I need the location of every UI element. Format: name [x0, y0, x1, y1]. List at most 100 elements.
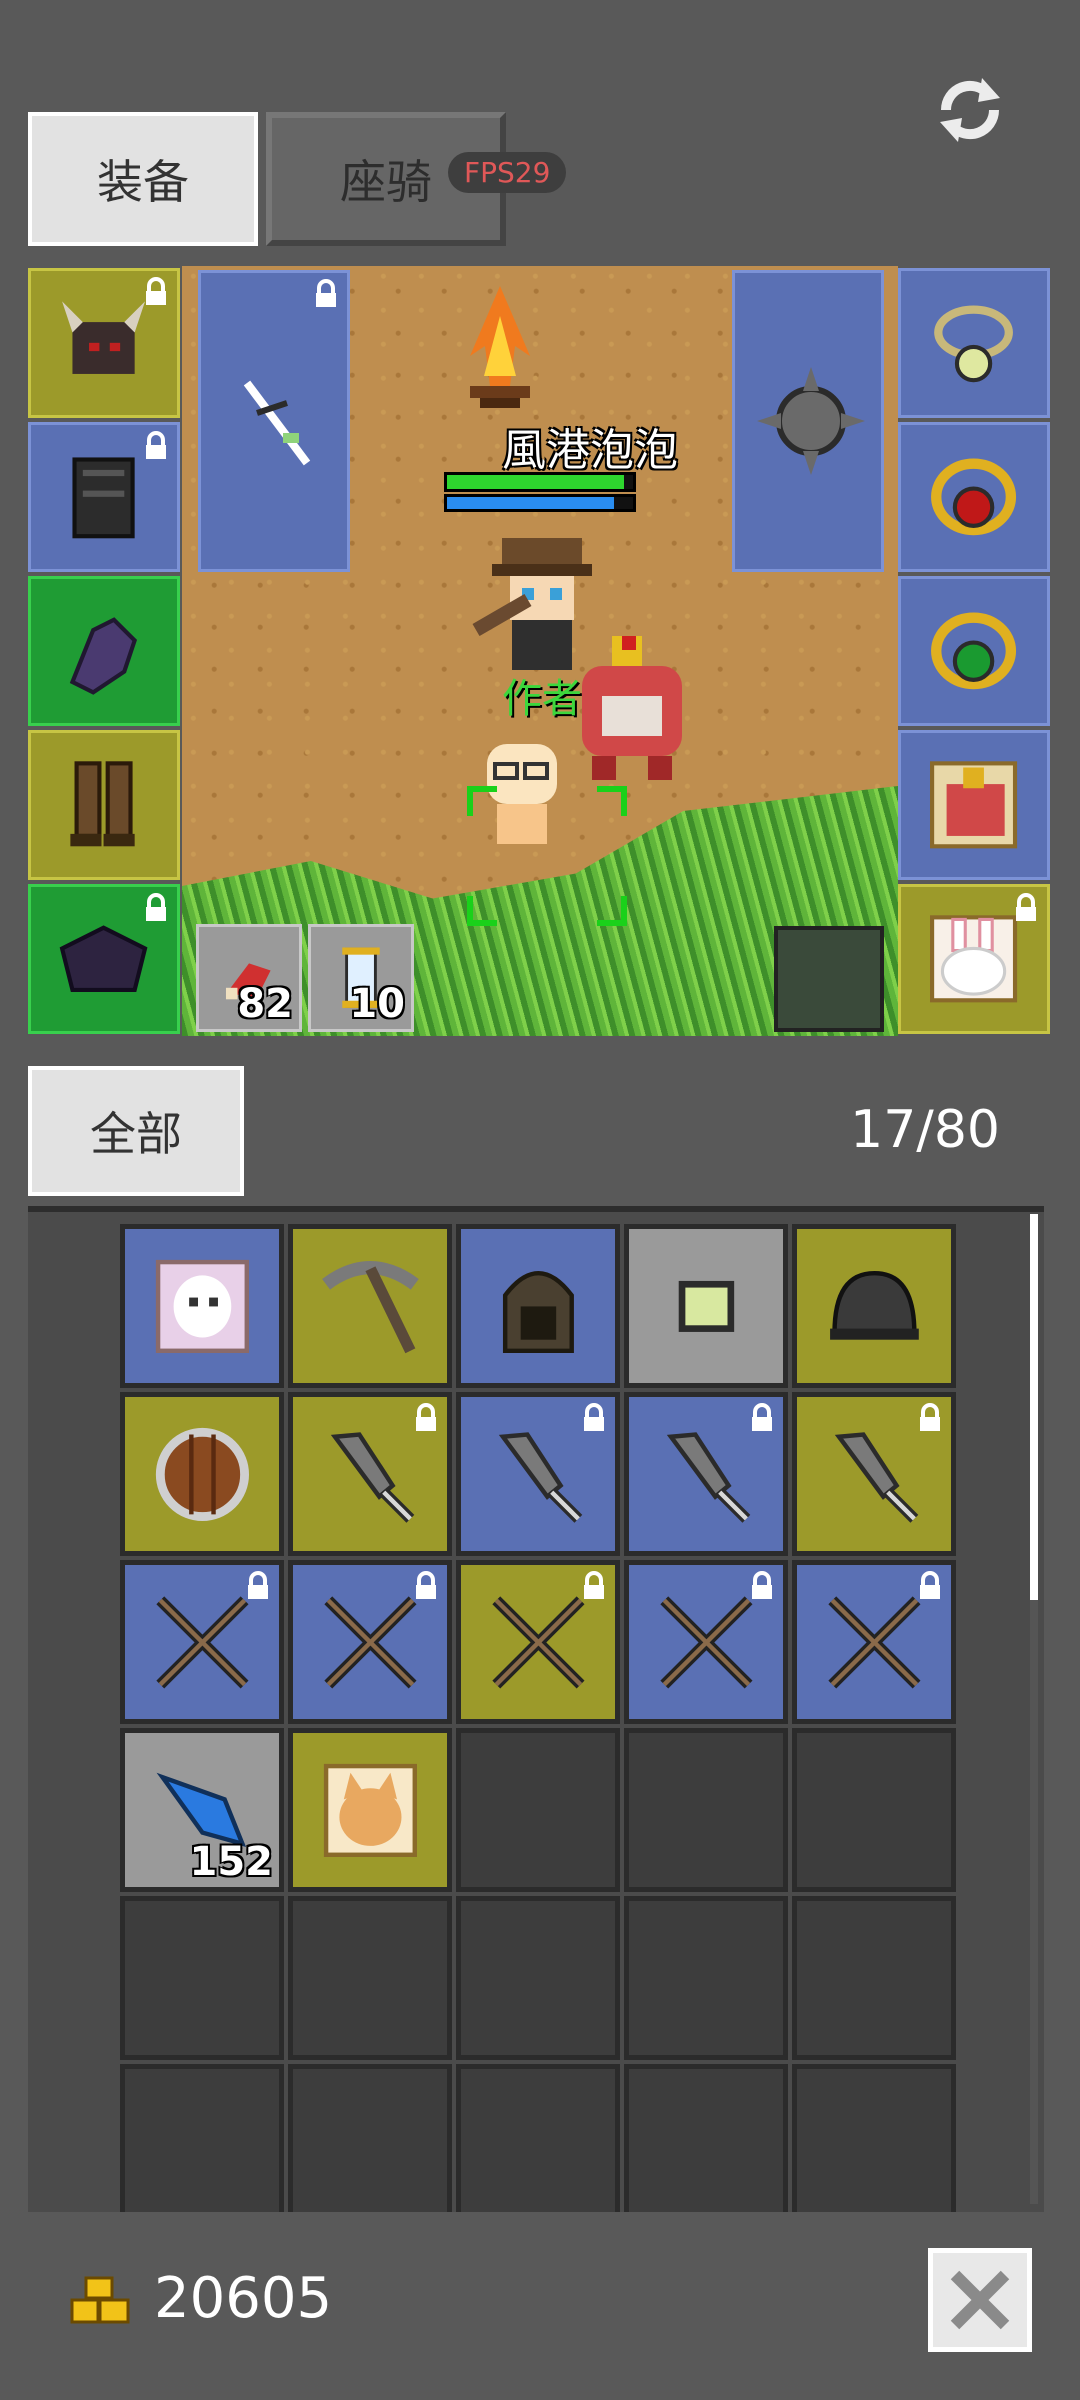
- dark-armor-icon: [72, 457, 136, 539]
- bag-item-slot[interactable]: [120, 1392, 284, 1556]
- round-shield-icon: [155, 1427, 249, 1521]
- filter-all-button[interactable]: 全部: [28, 1066, 244, 1196]
- dagger-icon: [498, 1431, 582, 1523]
- bag-empty-slot[interactable]: [624, 2064, 788, 2212]
- close-icon: [950, 2270, 1010, 2330]
- lock-icon: [584, 1403, 604, 1431]
- boots-slot[interactable]: [28, 730, 180, 880]
- bag-empty-slot[interactable]: [120, 2064, 284, 2212]
- bag-item-slot[interactable]: [792, 1392, 956, 1556]
- bag-empty-slot[interactable]: [456, 1896, 620, 2060]
- lock-icon: [146, 431, 166, 459]
- spiked-mace-icon: [757, 367, 865, 475]
- bag-empty-slot[interactable]: [456, 1728, 620, 1892]
- main-weapon-slot[interactable]: [198, 270, 350, 572]
- lock-icon: [1016, 893, 1036, 921]
- bag-empty-slot[interactable]: [288, 1896, 452, 2060]
- ruby-ring-icon: [931, 458, 1017, 536]
- lock-icon: [248, 1571, 268, 1599]
- bag-item-slot[interactable]: [456, 1224, 620, 1388]
- quick-slot-scroll[interactable]: 10: [308, 924, 414, 1032]
- bag-item-slot[interactable]: [456, 1560, 620, 1724]
- inventory-grid[interactable]: 152: [28, 1206, 1044, 2212]
- bag-item-slot[interactable]: [624, 1560, 788, 1724]
- scrollbar-thumb[interactable]: [1030, 1214, 1038, 1600]
- dagger-icon: [834, 1431, 918, 1523]
- item-count: 82: [237, 981, 293, 1027]
- gloves-slot[interactable]: [28, 576, 180, 726]
- emerald-ring-icon: [931, 612, 1017, 690]
- gold-coins-icon: [70, 2276, 130, 2324]
- bag-empty-slot[interactable]: [792, 2064, 956, 2212]
- green-gem-icon: [678, 1280, 734, 1332]
- campfire-icon: [470, 286, 530, 408]
- crossed-spears-icon: [491, 1595, 585, 1689]
- white-bow-icon: [243, 380, 311, 466]
- lock-icon: [584, 1571, 604, 1599]
- dragon-card-icon: [930, 761, 1018, 849]
- bag-capacity-count: 17/80: [850, 1100, 1000, 1160]
- bag-item-slot[interactable]: [456, 1392, 620, 1556]
- crossed-spears-icon: [155, 1595, 249, 1689]
- bag-item-slot[interactable]: [624, 1224, 788, 1388]
- quick-slot-meat[interactable]: 82: [196, 924, 302, 1032]
- fps-badge: FPS29: [448, 152, 567, 193]
- bag-empty-slot[interactable]: [624, 1728, 788, 1892]
- bag-item-slot[interactable]: [120, 1224, 284, 1388]
- bag-empty-slot[interactable]: [120, 1896, 284, 2060]
- hp-fill: [447, 475, 624, 489]
- lock-icon: [920, 1571, 940, 1599]
- bag-item-slot[interactable]: [288, 1560, 452, 1724]
- bag-empty-slot[interactable]: [456, 2064, 620, 2212]
- mount-card-slot[interactable]: [898, 730, 1050, 880]
- horned-helmet-icon: [62, 301, 146, 375]
- cape-slot[interactable]: [28, 884, 180, 1034]
- dragon-mount-icon: [582, 636, 682, 780]
- bag-item-slot[interactable]: [120, 1560, 284, 1724]
- bag-empty-slot[interactable]: [792, 1896, 956, 2060]
- bag-item-slot[interactable]: [624, 1392, 788, 1556]
- ring-green-slot[interactable]: [898, 576, 1050, 726]
- bag-empty-slot[interactable]: [792, 1728, 956, 1892]
- cat-card-icon: [323, 1763, 417, 1857]
- hood-icon: [502, 1270, 574, 1353]
- lock-icon: [416, 1571, 436, 1599]
- rabbit-card-icon: [930, 915, 1018, 1003]
- purple-glove-icon: [70, 617, 138, 695]
- lock-icon: [416, 1403, 436, 1431]
- ring-red-slot[interactable]: [898, 422, 1050, 572]
- leather-boots-icon: [70, 761, 136, 847]
- ghost-card-icon: [155, 1259, 249, 1353]
- bag-item-slot[interactable]: [288, 1392, 452, 1556]
- hp-bar: [444, 472, 636, 492]
- pet-card-slot[interactable]: [898, 884, 1050, 1034]
- necklace-slot[interactable]: [898, 268, 1050, 418]
- crossed-spears-icon: [659, 1595, 753, 1689]
- dagger-icon: [666, 1431, 750, 1523]
- armor-slot[interactable]: [28, 422, 180, 572]
- skill-slot-empty[interactable]: [774, 926, 884, 1032]
- pet-owner-label: 作者: [502, 676, 582, 722]
- lock-icon: [146, 893, 166, 921]
- bag-item-slot[interactable]: 152: [120, 1728, 284, 1892]
- bag-item-slot[interactable]: [288, 1728, 452, 1892]
- lock-icon: [146, 277, 166, 305]
- crossed-spears-icon: [323, 1595, 417, 1689]
- helmet-slot[interactable]: [28, 268, 180, 418]
- bag-item-slot[interactable]: [288, 1224, 452, 1388]
- tab-equipment[interactable]: 装备: [28, 112, 258, 246]
- lock-icon: [316, 279, 336, 307]
- refresh-icon[interactable]: [930, 70, 1010, 150]
- purple-cape-icon: [60, 925, 148, 993]
- target-marker-icon: [467, 786, 627, 926]
- gold-amount: 20605: [154, 2266, 333, 2331]
- bag-item-slot[interactable]: [792, 1560, 956, 1724]
- lock-icon: [752, 1403, 772, 1431]
- lock-icon: [752, 1571, 772, 1599]
- bag-empty-slot[interactable]: [288, 2064, 452, 2212]
- close-button[interactable]: [928, 2248, 1032, 2352]
- dagger-icon: [330, 1431, 414, 1523]
- bag-item-slot[interactable]: [792, 1224, 956, 1388]
- bag-empty-slot[interactable]: [624, 1896, 788, 2060]
- offhand-weapon-slot[interactable]: [732, 270, 884, 572]
